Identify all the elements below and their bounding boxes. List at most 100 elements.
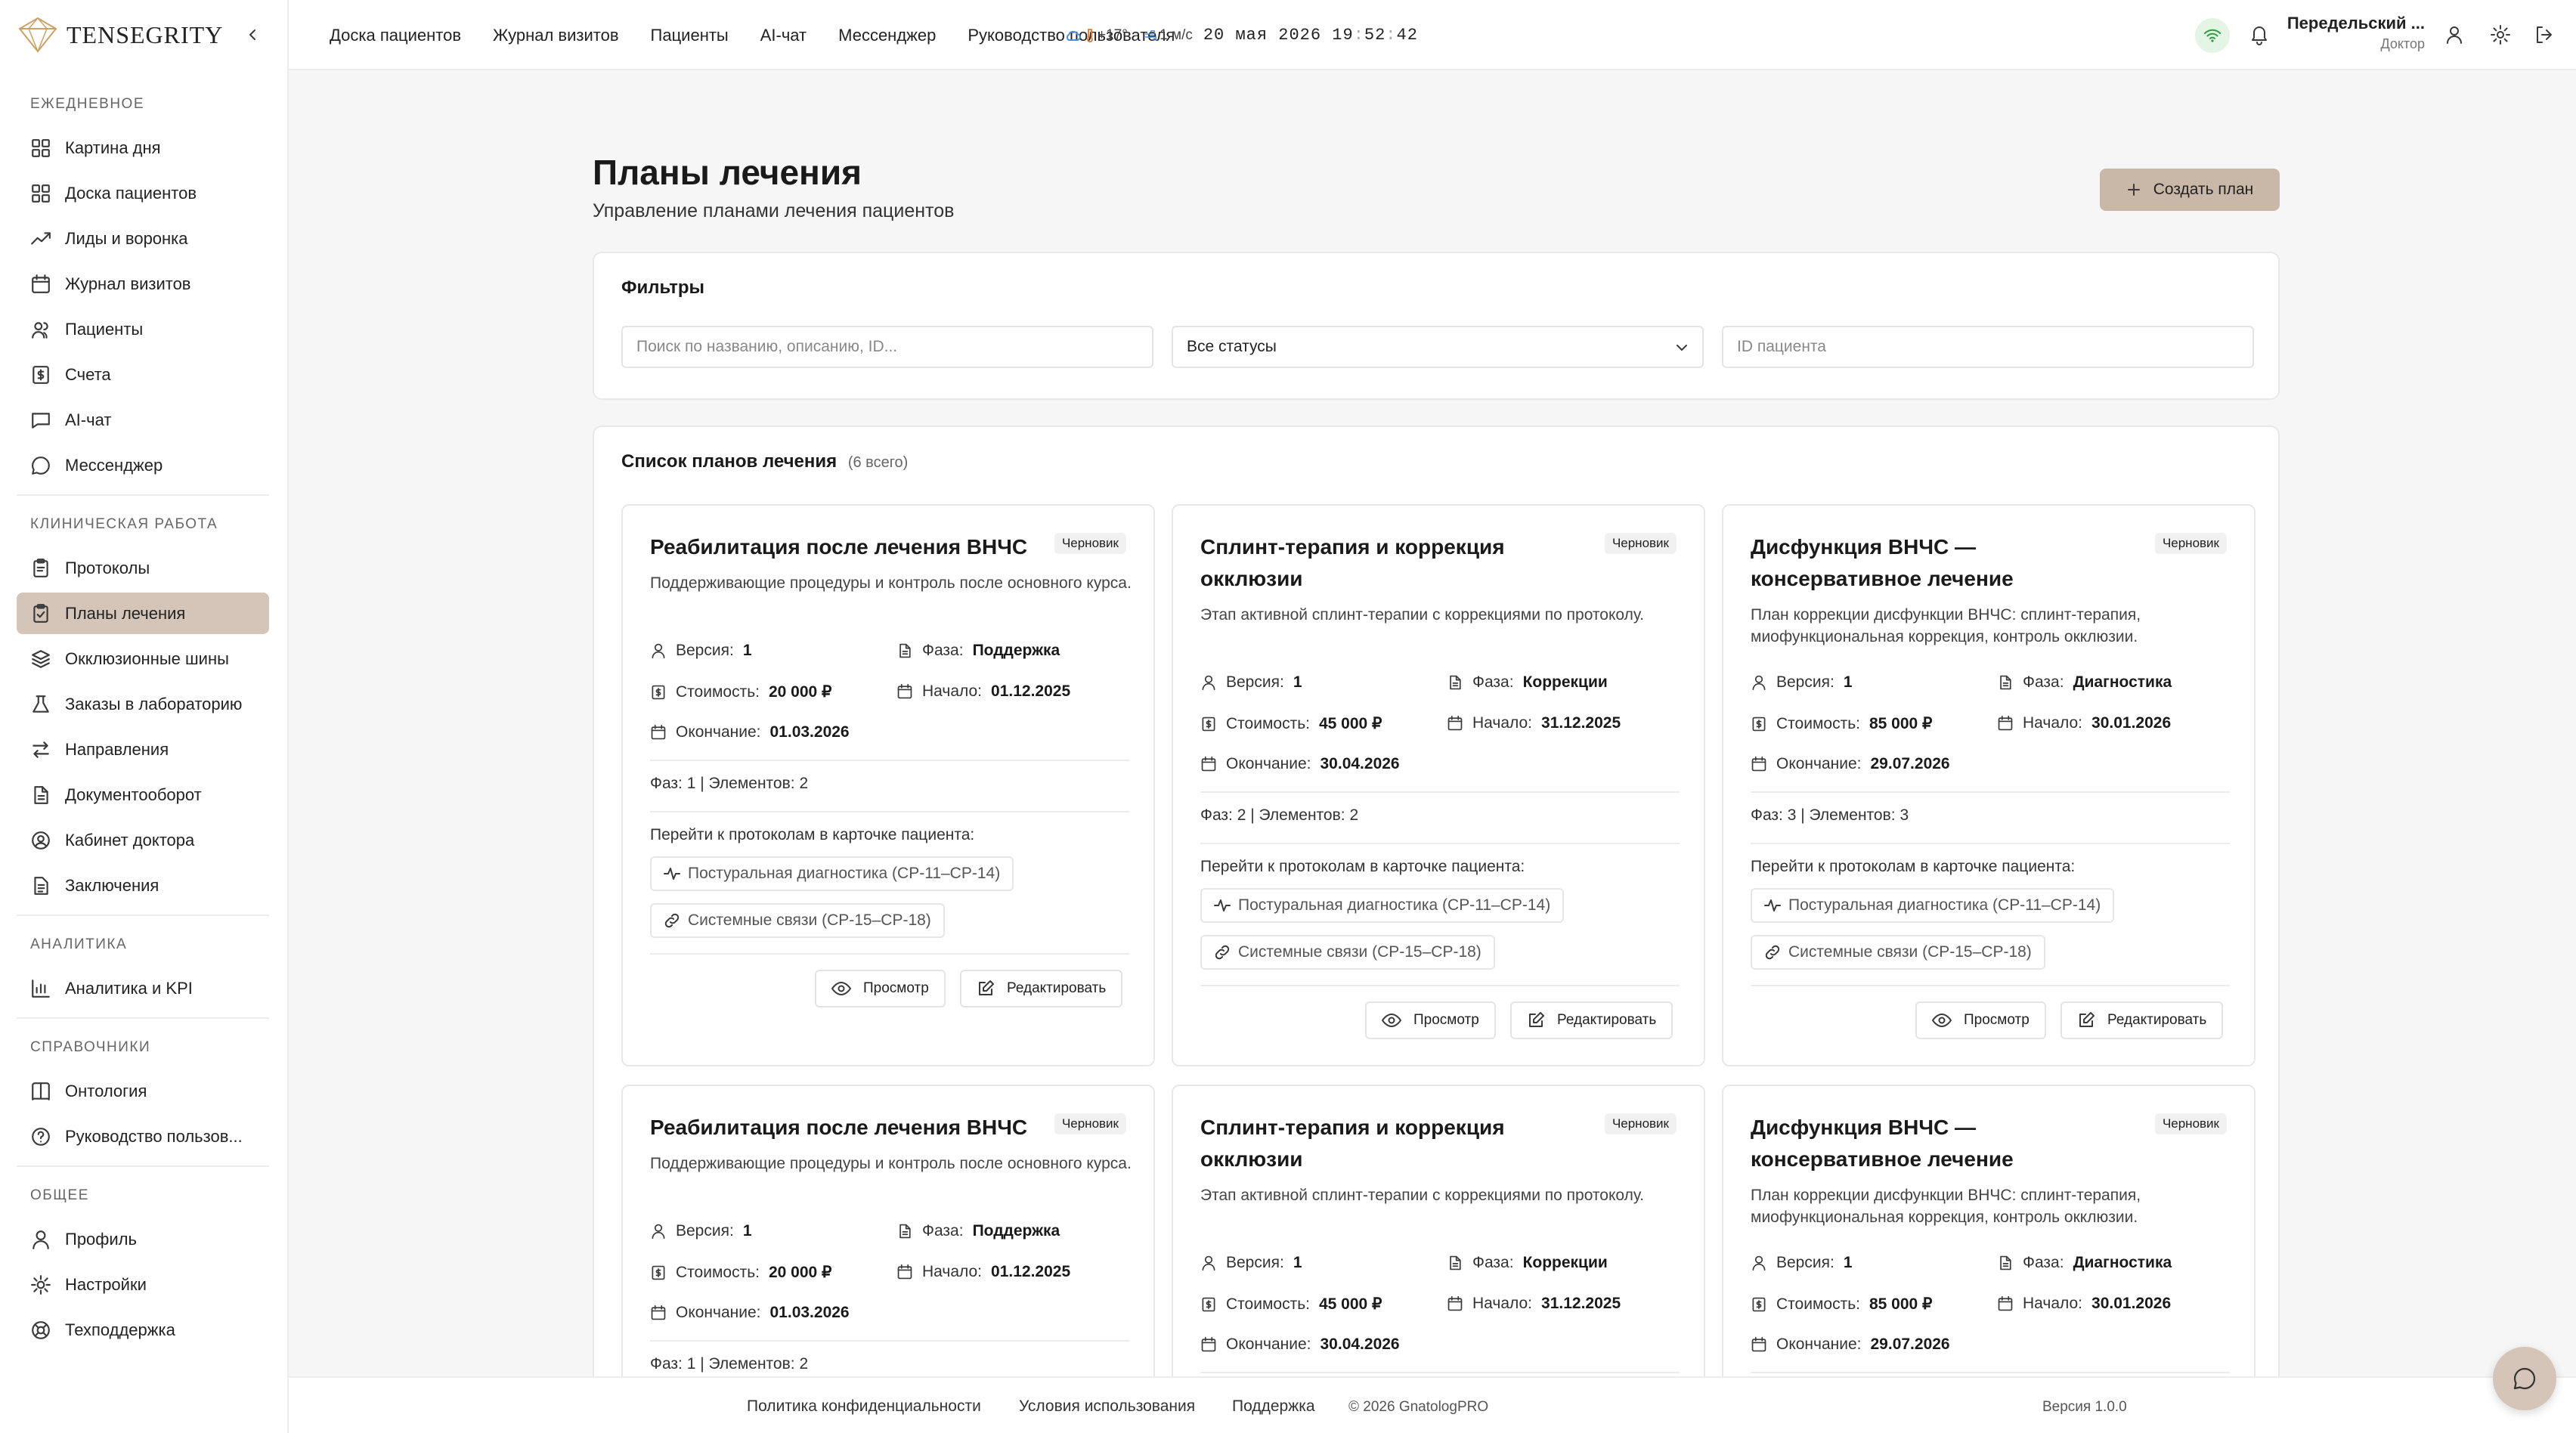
sidebar-item-0-0[interactable]: Картина дня (17, 127, 269, 169)
logout-button[interactable] (2534, 24, 2555, 45)
sidebar-item-label: Профиль (65, 1229, 137, 1249)
clock: 20 мая 2026 19:52:42 (1203, 26, 1418, 45)
sidebar-item-1-1[interactable]: Планы лечения (17, 593, 269, 634)
calendar-icon (32, 274, 50, 293)
sidebar-item-4-0[interactable]: Пациенты (17, 308, 269, 350)
calendar-icon (1447, 715, 1463, 731)
protocol-link-systemic[interactable]: Системные связи (CP-15–CP-18) (650, 903, 945, 938)
calendar-icon (1201, 1336, 1216, 1352)
plans-count: (6 всего) (847, 454, 909, 471)
plan-cost: Стоимость: 85 000 ₽ (1751, 714, 1932, 733)
bell-icon (2252, 26, 2267, 45)
link-icon (664, 913, 680, 928)
card-divider (650, 953, 1129, 955)
privacy-link[interactable]: Политика конфиденциальности (747, 1397, 981, 1416)
protocol-link-systemic[interactable]: Системные связи (CP-15–CP-18) (1751, 935, 2045, 970)
protocol-link-postural[interactable]: Постуральная диагностика (CP-11–CP-14) (1751, 888, 2115, 923)
collapse-sidebar-button[interactable] (240, 23, 265, 47)
plan-description: Этап активной сплинт-терапии с коррекция… (1200, 1187, 1645, 1204)
top-nav-visit-log[interactable]: Журнал визитов (493, 26, 619, 45)
sidebar-item-2-0[interactable]: Лиды и воронка (17, 218, 269, 259)
top-nav-patients[interactable]: Пациенты (651, 26, 729, 45)
sidebar-section-title: Аналитика (30, 936, 128, 952)
sidebar-item-0-2[interactable]: Аналитика и KPI (17, 967, 269, 1009)
plan-end: Окончание: 30.04.2026 (1200, 755, 1400, 773)
user-icon (1202, 675, 1215, 691)
create-plan-button[interactable]: Создать план (2100, 169, 2280, 211)
top-nav-patient-board[interactable]: Доска пациентов (330, 26, 461, 45)
sidebar-item-5-0[interactable]: Счета (17, 354, 269, 395)
sidebar-item-6-0[interactable]: AI-чат (17, 399, 269, 441)
sidebar-item-2-4[interactable]: Техподдержка (17, 1309, 269, 1351)
user-menu[interactable]: Передельский ... Доктор (2287, 14, 2425, 52)
sidebar-item-label: Журнал визитов (65, 274, 191, 293)
sidebar-item-3-1[interactable]: Заказы в лабораторию (17, 683, 269, 725)
sidebar-item-3-0[interactable]: Журнал визитов (17, 263, 269, 305)
profile-button[interactable] (2444, 24, 2464, 45)
wind-speed: 1 м/с (1160, 26, 1193, 43)
sidebar-item-1-4[interactable]: Настройки (17, 1264, 269, 1305)
sidebar-item-label: Кабинет доктора (65, 830, 195, 850)
sidebar-item-0-4[interactable]: Профиль (17, 1218, 269, 1260)
view-plan-button[interactable]: Просмотр (1365, 1001, 1496, 1039)
sidebar-item-0-1[interactable]: Протоколы (17, 547, 269, 589)
edit-icon (2079, 1012, 2095, 1027)
sidebar-item-6-1[interactable]: Кабинет доктора (17, 819, 269, 861)
plan-phase: Фаза: Коррекции (1447, 1254, 1608, 1272)
top-nav-messenger[interactable]: Мессенджер (838, 26, 936, 45)
protocol-link-postural[interactable]: Постуральная диагностика (CP-11–CP-14) (650, 856, 1014, 891)
support-link[interactable]: Поддержка (1232, 1397, 1315, 1416)
sidebar-item-0-3[interactable]: Онтология (17, 1070, 269, 1112)
plan-title: Сплинт-терапия и коррекция окклюзии (1200, 1116, 1505, 1171)
edit-plan-button[interactable]: Редактировать (960, 970, 1123, 1007)
view-plan-button[interactable]: Просмотр (1915, 1001, 2046, 1039)
plan-phase: Фаза: Диагностика (1997, 1254, 2172, 1272)
calendar-icon (897, 1264, 912, 1280)
search-input[interactable]: Поиск по названию, описанию, ID... (621, 326, 1153, 368)
status-select[interactable]: Все статусы (1172, 326, 1704, 368)
status-badge: Черновик (1054, 1113, 1126, 1134)
sidebar-section-title: Клиническая работа (30, 516, 218, 532)
calendar-icon (651, 1305, 666, 1320)
file-icon (1450, 675, 1461, 690)
plan-description: Поддерживающие процедуры и контроль посл… (650, 1155, 1132, 1172)
card-divider (1751, 843, 2230, 844)
protocol-link-systemic[interactable]: Системные связи (CP-15–CP-18) (1200, 935, 1495, 970)
clipboard-icon (33, 558, 48, 577)
notifications-button[interactable] (2249, 24, 2269, 45)
activity-icon (1214, 899, 1231, 911)
edit-icon (1529, 1012, 1544, 1027)
footer: Политика конфиденциальности Условия испо… (289, 1376, 2576, 1433)
sidebar-item-7-0[interactable]: Мессенджер (17, 444, 269, 486)
settings-button[interactable] (2490, 24, 2511, 45)
sidebar-item-4-1[interactable]: Направления (17, 729, 269, 770)
user-icon (652, 643, 665, 659)
user-icon (1752, 1255, 1766, 1271)
sidebar-item-2-1[interactable]: Окклюзионные шины (17, 638, 269, 679)
chat-fab-button[interactable] (2493, 1347, 2556, 1410)
sidebar-item-7-1[interactable]: Заключения (17, 865, 269, 906)
edit-plan-button[interactable]: Редактировать (2060, 1001, 2224, 1039)
sidebar-item-5-1[interactable]: Документооборот (17, 774, 269, 816)
dollar-icon (652, 685, 665, 699)
sidebar-item-1-3[interactable]: Руководство пользов... (17, 1116, 269, 1157)
protocols-hint: Перейти к протоколам в карточке пациента… (1200, 858, 1525, 875)
top-nav-ai-chat[interactable]: AI-чат (760, 26, 807, 45)
file-icon (1450, 1255, 1461, 1271)
edit-plan-button[interactable]: Редактировать (1510, 1001, 1673, 1039)
sidebar-item-1-0[interactable]: Доска пациентов (17, 172, 269, 214)
sidebar-item-label: Лиды и воронка (65, 228, 188, 248)
chevron-left-icon (249, 29, 255, 40)
status-badge: Черновик (1604, 1113, 1677, 1134)
main-content: Планы лечения Управление планами лечения… (289, 70, 2576, 1376)
protocol-link-postural[interactable]: Постуральная диагностика (CP-11–CP-14) (1200, 888, 1565, 923)
connection-status[interactable] (2195, 18, 2230, 53)
patient-id-input[interactable]: ID пациента (1722, 326, 2254, 368)
link-icon (1215, 945, 1230, 960)
terms-link[interactable]: Условия использования (1019, 1397, 1195, 1416)
plan-counts: Фаз: 1 | Элементов: 2 (650, 775, 809, 792)
view-plan-button[interactable]: Просмотр (815, 970, 946, 1007)
plan-description: Этап активной сплинт-терапии с коррекция… (1200, 606, 1645, 624)
page-title: Планы лечения (593, 153, 862, 192)
plans-list-panel: Список планов лечения (6 всего) Реабилит… (593, 426, 2280, 1376)
